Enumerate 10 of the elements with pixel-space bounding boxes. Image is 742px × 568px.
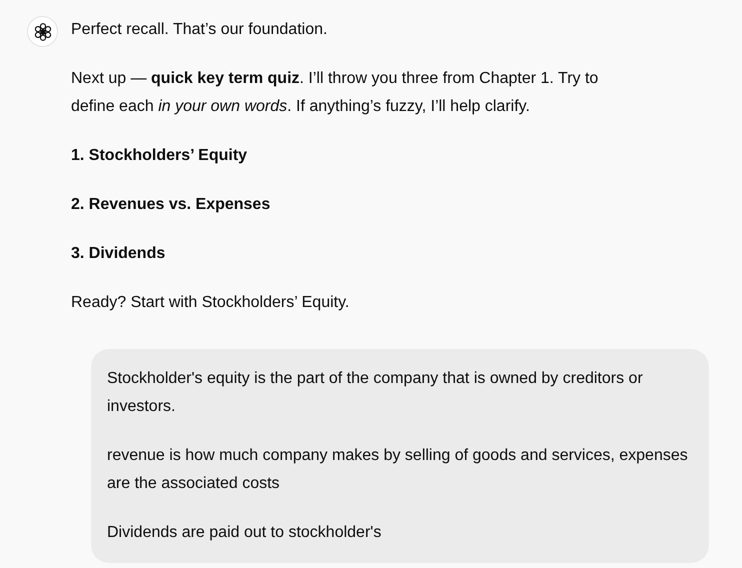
list-heading: 1. Stockholders’ Equity	[71, 146, 248, 166]
list-heading: 3. Dividends	[71, 244, 166, 264]
message-paragraph: Perfect recall. That’s our foundation.	[71, 20, 328, 40]
list-heading: 2. Revenues vs. Expenses	[71, 195, 272, 215]
message-paragraph: Next up — quick key term quiz. I’ll throw you three from Chapter 1. Try to define each in your own words. If anything’s fuzzy, I’ll help clarify.	[71, 69, 600, 117]
knot-icon	[32, 22, 52, 42]
message-paragraph: Dividends are paid out to stockholder's	[107, 523, 382, 543]
message-paragraph: revenue is how much company makes by selling of goods and services, expenses are the associated costs	[107, 446, 689, 494]
message-paragraph: Ready? Start with Stockholders’ Equity.	[71, 293, 350, 313]
message-paragraph: Stockholder's equity is the part of the company that is owned by creditors or investors.	[107, 369, 644, 417]
